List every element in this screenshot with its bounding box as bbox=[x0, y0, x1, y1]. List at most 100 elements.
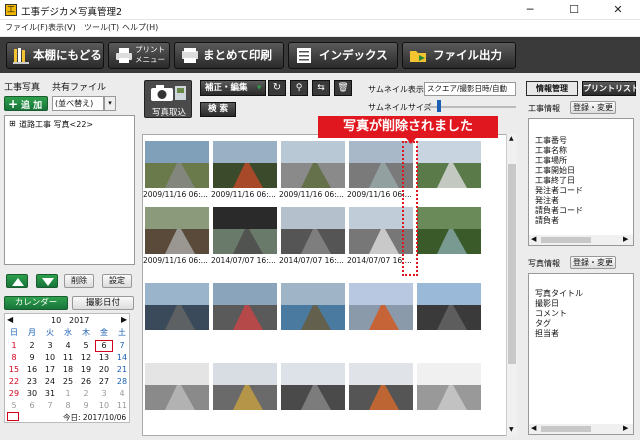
calendar-day[interactable]: 23 bbox=[23, 376, 41, 388]
calendar-day[interactable]: 4 bbox=[113, 388, 131, 400]
move-down-button[interactable] bbox=[36, 274, 58, 288]
work-hscroll-thumb[interactable] bbox=[541, 237, 591, 243]
calendar-day[interactable]: 14 bbox=[113, 352, 131, 364]
swap-icon[interactable]: ⇆ bbox=[312, 80, 330, 96]
scroll-down-icon[interactable]: ▼ bbox=[509, 426, 514, 433]
calendar-day[interactable]: 10 bbox=[95, 400, 113, 412]
print-menu-button[interactable]: プリント メニュー bbox=[108, 42, 170, 69]
work-field[interactable]: 請負者 bbox=[535, 215, 559, 226]
calendar-day[interactable]: 5 bbox=[77, 340, 95, 352]
calendar-day[interactable]: 16 bbox=[23, 364, 41, 376]
back-to-shelf-button[interactable]: 本棚にもどる bbox=[6, 42, 104, 69]
calendar-day[interactable]: 31 bbox=[41, 388, 59, 400]
calendar-day[interactable]: 28 bbox=[113, 376, 131, 388]
edit-menu-button[interactable]: 補正・編集 ▾ bbox=[200, 80, 266, 96]
calendar-day[interactable]: 1 bbox=[5, 340, 23, 352]
prev-month-icon[interactable]: ◀ bbox=[7, 315, 13, 324]
thumb-size-slider-handle[interactable] bbox=[437, 100, 441, 112]
calendar-day[interactable]: 6 bbox=[95, 340, 113, 352]
calendar-day[interactable]: 10 bbox=[41, 352, 59, 364]
calendar-day[interactable]: 24 bbox=[41, 376, 59, 388]
work-register-button[interactable]: 登録・変更 bbox=[570, 101, 616, 114]
trash-icon[interactable]: 🗑 bbox=[334, 80, 352, 96]
thumb-display-select[interactable]: スクエア/撮影日時/自動 bbox=[424, 82, 516, 96]
sort-dropdown-icon[interactable]: ▾ bbox=[104, 96, 116, 111]
photo-hscroll[interactable]: ◀ ▶ bbox=[529, 424, 633, 434]
calendar-day[interactable]: 27 bbox=[95, 376, 113, 388]
photo-thumbnail[interactable] bbox=[213, 141, 277, 188]
calendar-day[interactable]: 1 bbox=[59, 388, 77, 400]
calendar-day[interactable]: 22 bbox=[5, 376, 23, 388]
photo-thumbnail[interactable] bbox=[281, 141, 345, 188]
tree-item-road-work[interactable]: 道路工事 写真<22> bbox=[19, 119, 93, 130]
photo-thumbnail[interactable] bbox=[213, 363, 277, 410]
photo-thumbnail[interactable] bbox=[281, 363, 345, 410]
tab-info-management[interactable]: 情報管理 bbox=[526, 81, 578, 96]
index-button[interactable]: インデックス bbox=[288, 42, 398, 69]
menu-file[interactable]: ファイル(F) bbox=[5, 22, 48, 33]
calendar-day[interactable]: 13 bbox=[95, 352, 113, 364]
tab-photos[interactable]: 工事写真 bbox=[4, 80, 40, 93]
calendar-day[interactable]: 29 bbox=[5, 388, 23, 400]
calendar-day[interactable]: 7 bbox=[41, 400, 59, 412]
settings-button[interactable]: 設定 bbox=[102, 274, 132, 288]
calendar-day[interactable]: 30 bbox=[23, 388, 41, 400]
work-hscroll[interactable]: ◀ ▶ bbox=[529, 235, 633, 245]
calendar-day[interactable]: 19 bbox=[77, 364, 95, 376]
zoom-icon[interactable]: ⚲ bbox=[290, 80, 308, 96]
photo-hscroll-thumb[interactable] bbox=[541, 426, 591, 432]
file-output-button[interactable]: ファイル出力 bbox=[402, 42, 516, 69]
move-up-button[interactable] bbox=[6, 274, 28, 288]
calendar-day[interactable]: 26 bbox=[77, 376, 95, 388]
calendar-day[interactable]: 8 bbox=[59, 400, 77, 412]
delete-button[interactable]: 削除 bbox=[64, 274, 94, 288]
photo-thumbnail[interactable] bbox=[145, 141, 209, 188]
calendar-day[interactable]: 21 bbox=[113, 364, 131, 376]
tab-shared-files[interactable]: 共有ファイル bbox=[52, 80, 106, 93]
photo-thumbnail[interactable] bbox=[417, 283, 481, 330]
maximize-button[interactable]: ☐ bbox=[552, 0, 596, 20]
tree-expand-icon[interactable]: ⊞ bbox=[9, 119, 16, 128]
tab-print-list[interactable]: プリントリスト bbox=[582, 81, 639, 96]
photo-thumbnail[interactable] bbox=[213, 207, 277, 254]
scroll-up-icon[interactable]: ▲ bbox=[509, 135, 514, 142]
calendar-day[interactable]: 3 bbox=[95, 388, 113, 400]
today-label[interactable]: 今日: 2017/10/06 bbox=[63, 412, 126, 423]
photo-thumbnail[interactable] bbox=[281, 283, 345, 330]
photo-thumbnail[interactable] bbox=[145, 363, 209, 410]
photo-thumbnail[interactable] bbox=[349, 283, 413, 330]
search-button[interactable]: 検 索 bbox=[200, 102, 236, 117]
calendar-day[interactable]: 8 bbox=[5, 352, 23, 364]
calendar-day[interactable]: 15 bbox=[5, 364, 23, 376]
photo-register-button[interactable]: 登録・変更 bbox=[570, 256, 616, 269]
calendar-day[interactable]: 7 bbox=[113, 340, 131, 352]
calendar-day[interactable]: 11 bbox=[113, 400, 131, 412]
photo-thumbnail[interactable] bbox=[145, 207, 209, 254]
calendar-day[interactable]: 12 bbox=[77, 352, 95, 364]
calendar-day[interactable]: 6 bbox=[23, 400, 41, 412]
calendar-day[interactable]: 11 bbox=[59, 352, 77, 364]
tab-shoot-date[interactable]: 撮影日付 bbox=[72, 296, 134, 310]
calendar-day[interactable]: 18 bbox=[59, 364, 77, 376]
rotate-icon[interactable]: ↻ bbox=[268, 80, 286, 96]
calendar-day[interactable]: 9 bbox=[77, 400, 95, 412]
add-button[interactable]: + 追 加 bbox=[4, 96, 48, 111]
calendar-day[interactable]: 3 bbox=[41, 340, 59, 352]
scroll-right-icon[interactable]: ▶ bbox=[623, 424, 628, 432]
close-button[interactable]: ✕ bbox=[596, 0, 640, 20]
grid-scrollbar[interactable]: ▲ ▼ bbox=[506, 134, 517, 436]
photo-thumbnail[interactable] bbox=[145, 283, 209, 330]
scroll-left-icon[interactable]: ◀ bbox=[531, 424, 536, 432]
photo-thumbnail[interactable] bbox=[213, 283, 277, 330]
calendar-day[interactable]: 4 bbox=[59, 340, 77, 352]
photo-field[interactable]: 担当者 bbox=[535, 328, 559, 339]
batch-print-button[interactable]: まとめて印刷 bbox=[174, 42, 284, 69]
tab-calendar[interactable]: カレンダー bbox=[4, 296, 68, 310]
calendar-day[interactable]: 20 bbox=[95, 364, 113, 376]
calendar-day[interactable]: 5 bbox=[5, 400, 23, 412]
photo-thumbnail[interactable] bbox=[281, 207, 345, 254]
sort-select[interactable]: (並べ替え) bbox=[52, 96, 104, 111]
calendar-day[interactable]: 17 bbox=[41, 364, 59, 376]
next-month-icon[interactable]: ▶ bbox=[121, 315, 127, 324]
scroll-right-icon[interactable]: ▶ bbox=[623, 235, 628, 243]
